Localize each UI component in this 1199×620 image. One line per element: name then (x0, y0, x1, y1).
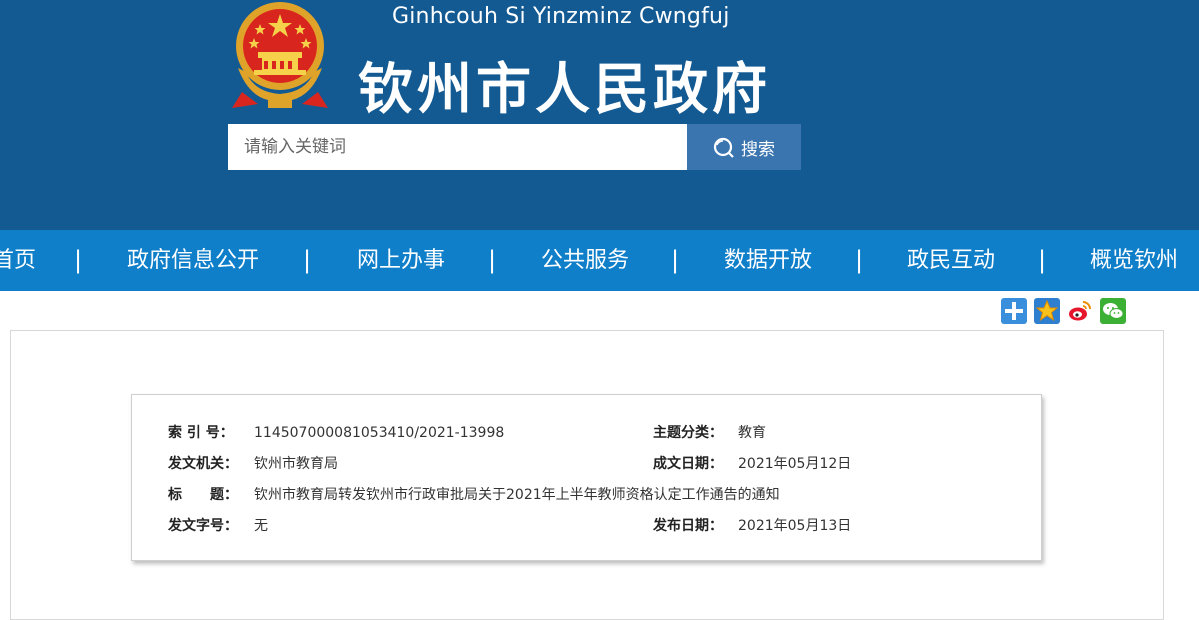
qzone-star-icon[interactable] (1034, 298, 1060, 324)
doc-title-label: 标 题： (168, 487, 238, 503)
site-subtitle: Ginhcouh Si Yinzminz Cwngfuj (392, 4, 730, 29)
nav-separator: | (303, 246, 312, 274)
site-title: 钦州市人民政府 (358, 57, 772, 121)
meta-row-index: 索 引 号： 114507000081053410/2021-13998 主题分… (132, 423, 1043, 443)
weibo-icon[interactable] (1067, 298, 1093, 324)
plus-share-icon[interactable] (1001, 298, 1027, 324)
index-value: 114507000081053410/2021-13998 (254, 425, 505, 441)
wechat-icon[interactable] (1100, 298, 1126, 324)
share-bar (1001, 298, 1133, 326)
meta-row-title: 标 题： 钦州市教育局转发钦州市行政审批局关于2021年上半年教师资格认定工作通… (132, 485, 1043, 505)
nav-item-online-services[interactable]: 网上办事 (357, 230, 445, 291)
published-date-label: 发布日期： (653, 518, 723, 534)
issuer-value: 钦州市教育局 (254, 456, 338, 472)
nav-separator: | (488, 246, 497, 274)
nav-separator: | (1038, 246, 1047, 274)
nav-item-interaction[interactable]: 政民互动 (907, 230, 995, 291)
nav-item-open-data[interactable]: 数据开放 (724, 230, 812, 291)
site-header: Ginhcouh Si Yinzminz Cwngfuj 钦州市人民政府 搜索 (0, 0, 1199, 230)
topic-label: 主题分类： (653, 425, 723, 441)
search-button[interactable]: 搜索 (687, 124, 801, 170)
nav-separator: | (74, 246, 83, 274)
created-date-label: 成文日期： (653, 456, 723, 472)
created-date-value: 2021年05月12日 (738, 456, 852, 472)
doc-title-value: 钦州市教育局转发钦州市行政审批局关于2021年上半年教师资格认定工作通告的通知 (254, 487, 780, 503)
national-emblem-logo (232, 2, 328, 108)
doc-number-label: 发文字号： (168, 518, 238, 534)
published-date-value: 2021年05月13日 (738, 518, 852, 534)
document-metadata-box: 索 引 号： 114507000081053410/2021-13998 主题分… (131, 394, 1042, 561)
nav-item-overview[interactable]: 概览钦州 (1090, 230, 1178, 291)
search-input[interactable] (228, 124, 687, 170)
nav-separator: | (855, 246, 864, 274)
nav-item-public-services[interactable]: 公共服务 (541, 230, 629, 291)
issuer-label: 发文机关： (168, 456, 238, 472)
meta-row-doc-number: 发文字号： 无 发布日期： 2021年05月13日 (132, 516, 1043, 536)
main-nav: 首页 | 政府信息公开 | 网上办事 | 公共服务 | 数据开放 | 政民互动 … (0, 230, 1199, 291)
search-icon (713, 137, 734, 158)
search-button-label: 搜索 (741, 139, 775, 160)
nav-item-gov-info[interactable]: 政府信息公开 (127, 230, 259, 291)
topic-value: 教育 (738, 425, 766, 441)
nav-item-home[interactable]: 首页 (0, 230, 36, 291)
doc-number-value: 无 (254, 518, 268, 534)
meta-row-issuer: 发文机关： 钦州市教育局 成文日期： 2021年05月12日 (132, 454, 1043, 474)
nav-separator: | (671, 246, 680, 274)
index-label: 索 引 号： (168, 425, 234, 441)
